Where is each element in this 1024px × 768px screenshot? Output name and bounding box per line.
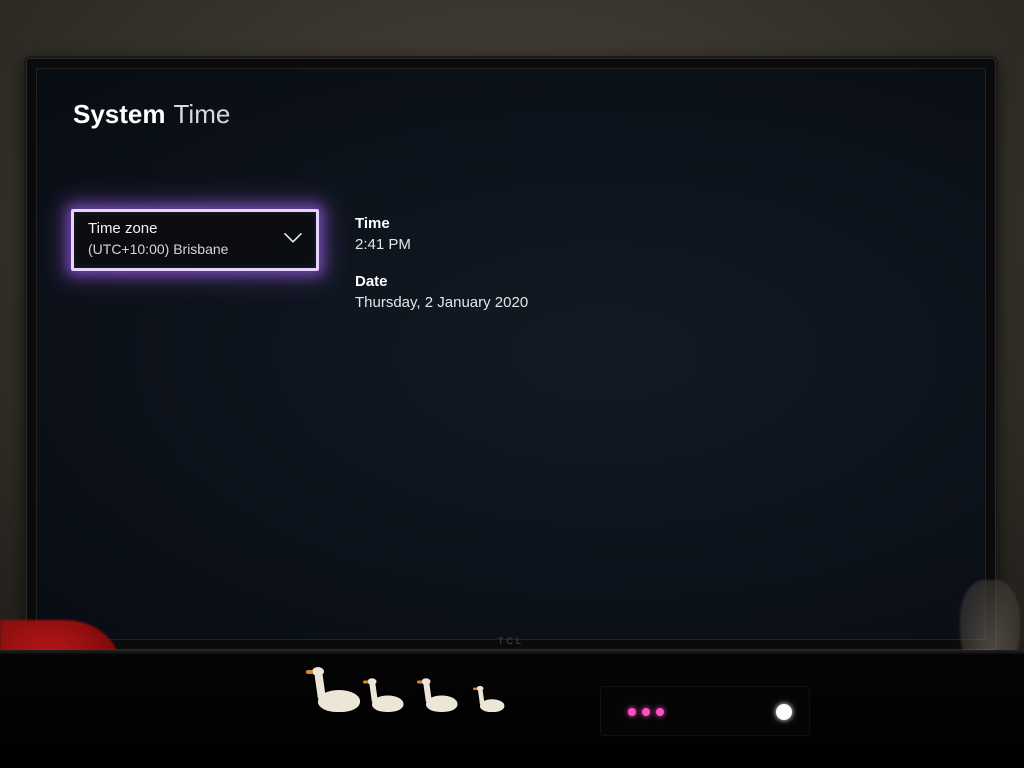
time-date-info: Time 2:41 PM Date Thursday, 2 January 20… — [355, 213, 528, 329]
date-value: Thursday, 2 January 2020 — [355, 292, 528, 313]
time-heading: Time — [355, 213, 528, 234]
date-heading: Date — [355, 271, 528, 292]
settings-screen: System Time Time zone (UTC+10:00) Brisban… — [49, 81, 973, 627]
goose-decor — [318, 690, 360, 712]
timezone-dropdown[interactable]: Time zone (UTC+10:00) Brisbane — [71, 209, 319, 271]
timezone-selected-value: (UTC+10:00) Brisbane — [88, 241, 272, 257]
goose-decor — [372, 696, 404, 713]
xbox-indicator-lights — [628, 708, 664, 716]
goose-figurines — [318, 690, 522, 712]
tv-brand-label: TCL — [498, 636, 524, 646]
xbox-power-light-icon — [776, 704, 792, 720]
chevron-down-icon — [284, 233, 302, 245]
room-background: System Time Time zone (UTC+10:00) Brisban… — [0, 0, 1024, 768]
goose-decor — [426, 696, 458, 713]
breadcrumb: System Time — [73, 99, 230, 130]
tv-frame: System Time Time zone (UTC+10:00) Brisban… — [26, 58, 996, 650]
xbox-console — [600, 686, 810, 736]
goose-decor — [480, 699, 504, 712]
breadcrumb-section: System — [73, 99, 166, 129]
tv-screen: System Time Time zone (UTC+10:00) Brisban… — [36, 68, 986, 640]
timezone-label: Time zone — [88, 220, 272, 239]
time-value: 2:41 PM — [355, 234, 528, 255]
breadcrumb-page: Time — [174, 99, 231, 129]
